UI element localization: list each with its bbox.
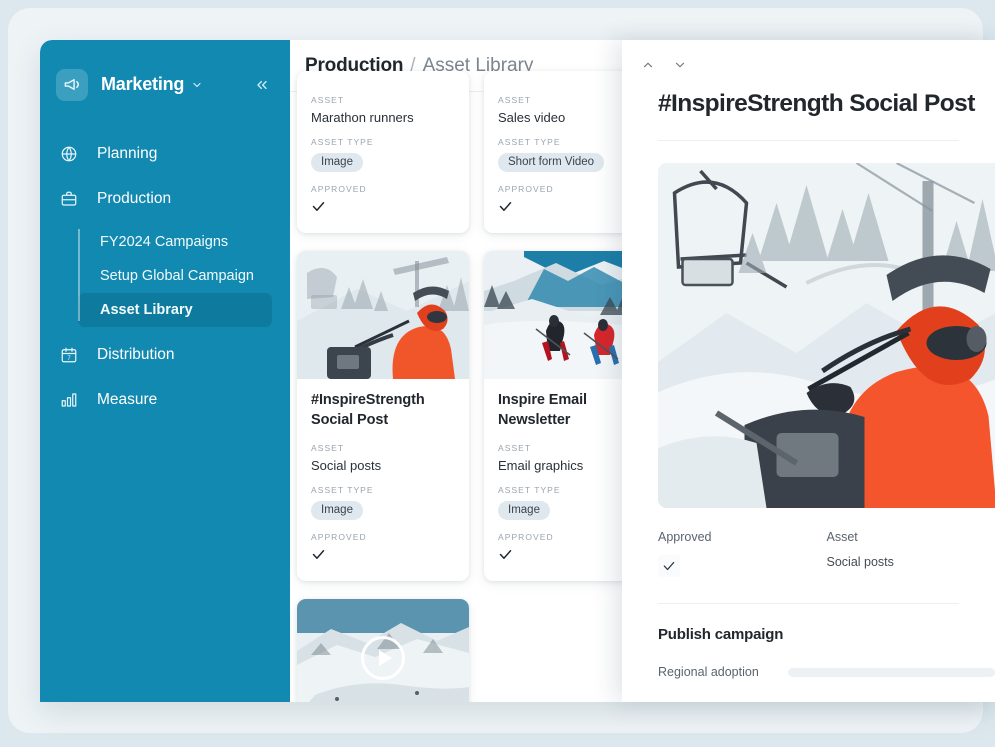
card-field-asset: ASSET Sales video [498, 95, 642, 125]
field-label: ASSET TYPE [498, 485, 642, 495]
meta-value: Social posts [827, 555, 995, 569]
check-icon [311, 199, 326, 219]
svg-text:7: 7 [67, 356, 71, 362]
field-label: APPROVED [311, 532, 455, 542]
megaphone-icon [56, 69, 88, 101]
card-column-1: ASSET Marathon runners ASSET TYPE Image … [297, 71, 469, 702]
approved-checkbox[interactable] [658, 555, 680, 577]
asset-type-badge: Image [311, 501, 363, 520]
card-field-asset-type: ASSET TYPE Short form Video [498, 137, 642, 172]
brand-name: Marketing [101, 74, 184, 95]
asset-type-badge: Image [498, 501, 550, 520]
card-field-approved: APPROVED [311, 532, 455, 567]
chevron-up-icon[interactable] [637, 54, 659, 76]
double-chevron-left-icon[interactable] [250, 73, 274, 97]
field-value: Marathon runners [311, 110, 455, 125]
sidebar-item-label: Measure [97, 391, 157, 409]
field-value: Social posts [311, 458, 455, 473]
detail-panel-meta: Approved Asset Social posts [622, 508, 995, 603]
card-field-asset: ASSET Email graphics [498, 443, 642, 473]
asset-thumbnail [297, 251, 469, 379]
card-field-approved: APPROVED [498, 532, 642, 567]
asset-thumbnail-video [297, 599, 469, 702]
bar-chart-icon [58, 391, 80, 409]
field-label: ASSET [311, 95, 455, 105]
sidebar-subitem-fy2024-campaigns[interactable]: FY2024 Campaigns [78, 225, 272, 259]
card-field-asset-type: ASSET TYPE Image [498, 485, 642, 520]
sidebar-item-production[interactable]: Production [40, 180, 290, 218]
meta-label: Asset [827, 530, 995, 544]
calendar-icon: 7 [58, 346, 80, 364]
meta-label: Approved [658, 530, 827, 544]
asset-card[interactable]: #InspireStrength Social Post ASSET Socia… [297, 251, 469, 581]
asset-card[interactable]: ASSET Marathon runners ASSET TYPE Image … [297, 71, 469, 233]
asset-type-badge: Image [311, 153, 363, 172]
field-label: ASSET [498, 95, 642, 105]
section-title-publish-campaign: Publish campaign [622, 604, 995, 643]
sidebar-nav: Planning Production FY2024 Campaigns Set… [40, 135, 290, 419]
asset-type-badge: Short form Video [498, 153, 604, 172]
field-label: ASSET [498, 443, 642, 453]
sidebar: Marketing Planning Product [40, 40, 290, 702]
check-icon [311, 547, 326, 567]
card-field-asset: ASSET Social posts [311, 443, 455, 473]
hero-image [658, 163, 995, 508]
field-label: APPROVED [311, 184, 455, 194]
card-field-approved: APPROVED [311, 184, 455, 219]
sidebar-item-distribution[interactable]: 7 Distribution [40, 336, 290, 374]
asset-card-video[interactable] [297, 599, 469, 702]
card-field-approved: APPROVED [498, 184, 642, 219]
divider [658, 140, 959, 141]
sidebar-subnav: FY2024 Campaigns Setup Global Campaign A… [40, 225, 290, 327]
progress-label: Regional adoption [658, 665, 788, 679]
field-label: ASSET [311, 443, 455, 453]
sidebar-item-label: Production [97, 190, 171, 208]
sidebar-subitem-setup-global-campaign[interactable]: Setup Global Campaign [78, 259, 272, 293]
sidebar-subitem-label: Setup Global Campaign [100, 268, 254, 284]
field-value: Sales video [498, 110, 642, 125]
chevron-down-icon[interactable] [669, 54, 691, 76]
sidebar-subitem-asset-library[interactable]: Asset Library [78, 293, 272, 327]
card-title: Inspire Email Newsletter [498, 391, 642, 430]
card-field-asset-type: ASSET TYPE Image [311, 137, 455, 172]
field-value: Email graphics [498, 458, 642, 473]
progress-row-regional-adoption: Regional adoption [622, 643, 995, 679]
field-label: ASSET TYPE [498, 137, 642, 147]
field-label: APPROVED [498, 184, 642, 194]
sidebar-subitem-label: Asset Library [100, 302, 193, 318]
meta-field-approved: Approved [658, 530, 827, 577]
card-field-asset-type: ASSET TYPE Image [311, 485, 455, 520]
globe-icon [58, 145, 80, 163]
sidebar-item-planning[interactable]: Planning [40, 135, 290, 173]
chevron-down-icon[interactable] [191, 79, 203, 91]
field-label: APPROVED [498, 532, 642, 542]
meta-field-asset: Asset Social posts [827, 530, 995, 577]
check-icon [498, 547, 513, 567]
play-icon[interactable] [361, 636, 405, 680]
briefcase-icon [58, 190, 80, 208]
check-icon [498, 199, 513, 219]
detail-panel: #InspireStrength Social Post [622, 40, 995, 702]
field-label: ASSET TYPE [311, 485, 455, 495]
progress-bar[interactable] [788, 668, 995, 677]
detail-panel-nav [622, 40, 995, 78]
detail-panel-title: #InspireStrength Social Post [622, 78, 995, 140]
card-field-asset: ASSET Marathon runners [311, 95, 455, 125]
sidebar-header: Marketing [40, 40, 290, 110]
card-title: #InspireStrength Social Post [311, 391, 455, 430]
field-label: ASSET TYPE [311, 137, 455, 147]
sidebar-item-label: Distribution [97, 346, 175, 364]
sidebar-subitem-label: FY2024 Campaigns [100, 234, 228, 250]
sidebar-item-measure[interactable]: Measure [40, 381, 290, 419]
sidebar-item-label: Planning [97, 145, 157, 163]
